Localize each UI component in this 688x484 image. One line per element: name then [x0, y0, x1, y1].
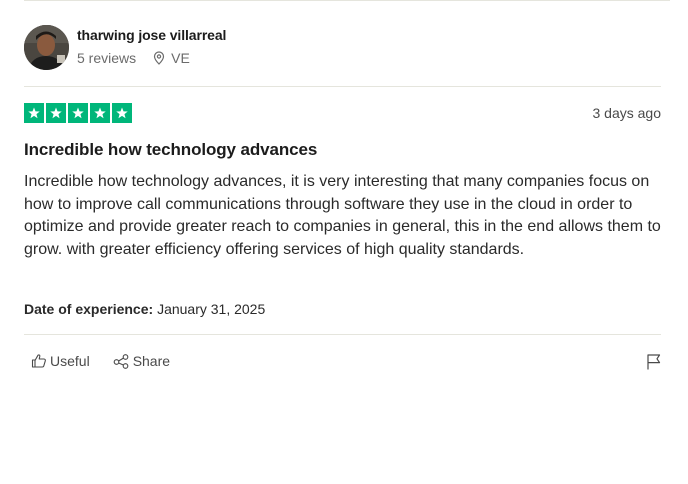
- useful-button[interactable]: Useful: [31, 353, 90, 369]
- reviewer-name[interactable]: tharwing jose villarreal: [77, 27, 226, 43]
- reviewer-location: VE: [153, 50, 190, 66]
- date-of-experience: Date of experience: January 31, 2025: [24, 301, 265, 317]
- review-body: Incredible how technology advances, it i…: [24, 173, 661, 258]
- thumbs-up-icon: [31, 354, 46, 368]
- star-icon: [112, 103, 132, 123]
- experience-label: Date of experience:: [24, 301, 154, 317]
- location-pin-icon: [154, 51, 165, 65]
- star-rating: [24, 103, 132, 123]
- header-divider: [24, 86, 661, 87]
- star-icon: [24, 103, 44, 123]
- country-code: VE: [171, 50, 190, 66]
- star-icon: [46, 103, 66, 123]
- share-button[interactable]: Share: [113, 353, 170, 369]
- footer-divider: [24, 334, 661, 335]
- share-label: Share: [132, 353, 171, 369]
- report-flag-button[interactable]: [646, 353, 662, 376]
- review-date: 3 days ago: [592, 105, 662, 121]
- star-icon: [68, 103, 88, 123]
- review-card: tharwing jose villarreal 5 reviews VE 3 …: [0, 0, 688, 380]
- top-divider: [24, 0, 670, 1]
- reviewer-meta: 5 reviews VE: [77, 50, 190, 66]
- review-count: 5 reviews: [77, 50, 137, 66]
- experience-date: January 31, 2025: [157, 301, 266, 317]
- flag-icon: [647, 354, 661, 370]
- review-actions: Useful Share: [31, 353, 170, 369]
- review-title[interactable]: Incredible how technology advances: [24, 140, 317, 160]
- avatar[interactable]: [24, 25, 69, 70]
- share-icon: [113, 354, 129, 369]
- useful-label: Useful: [50, 353, 90, 369]
- star-icon: [90, 103, 110, 123]
